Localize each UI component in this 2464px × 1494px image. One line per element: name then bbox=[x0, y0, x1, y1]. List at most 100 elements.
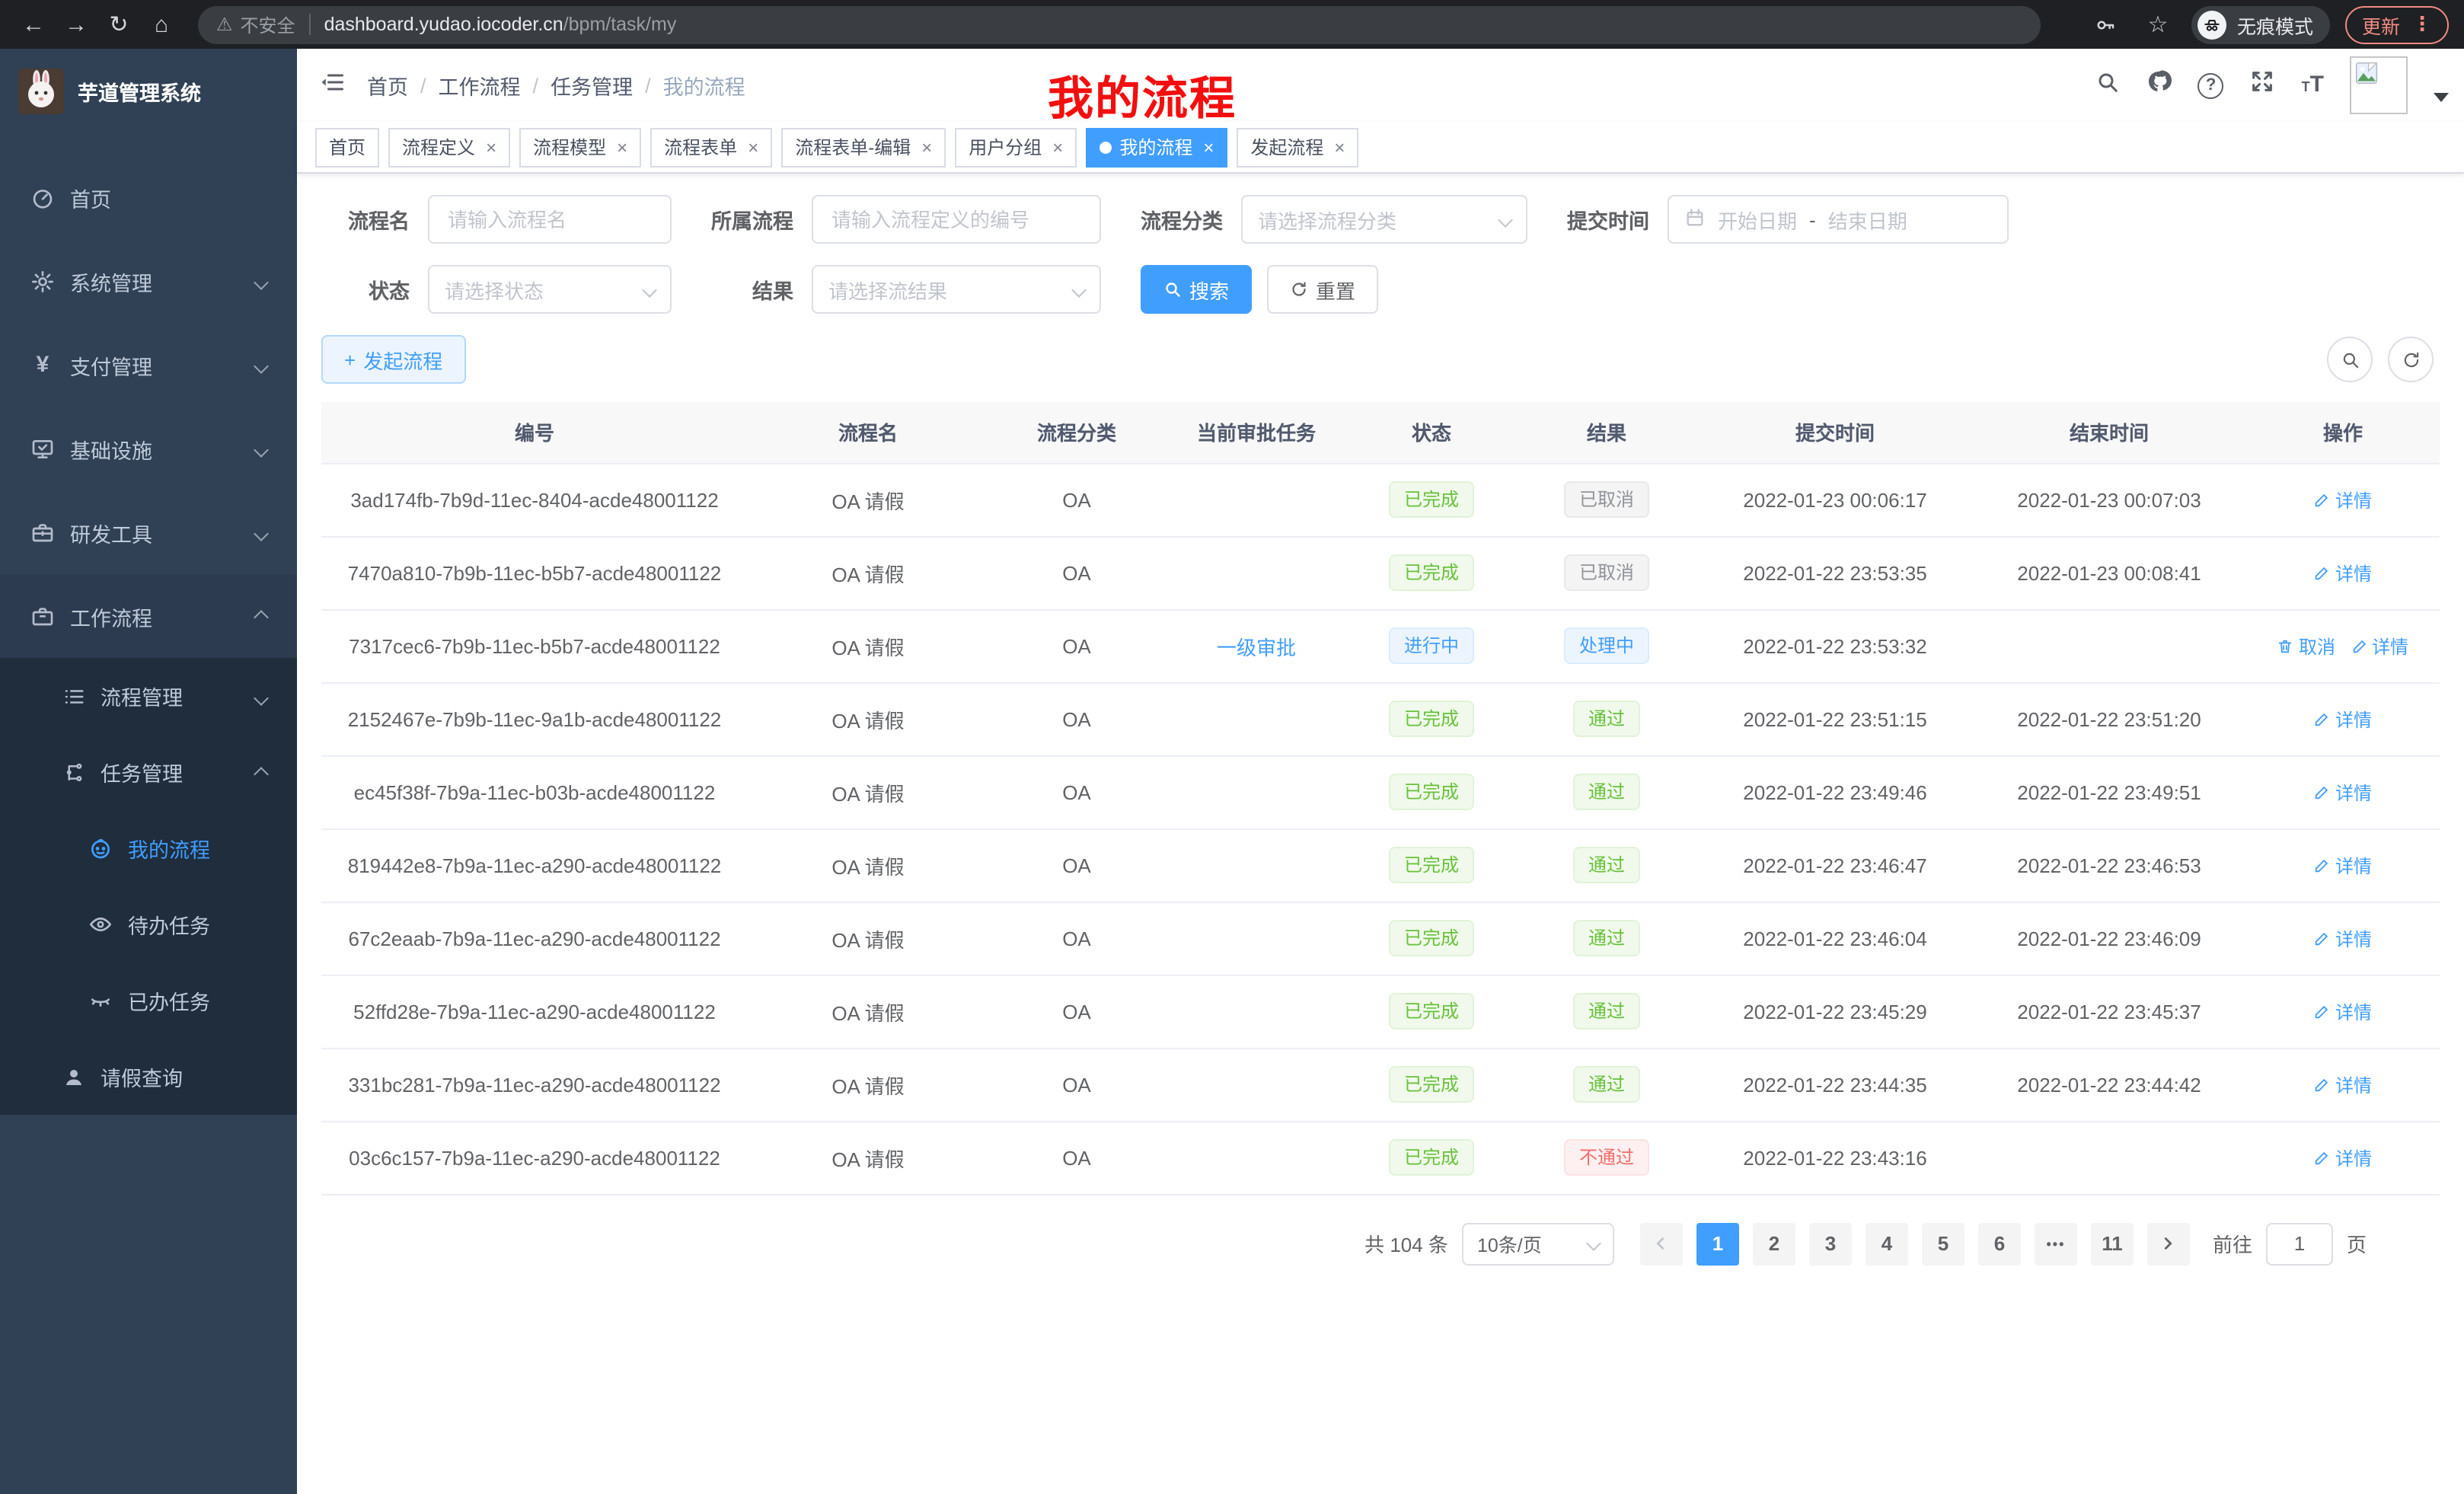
content: 流程名 所属流程 流程分类 请选择流程分类 提交时间 开始日期 - 结束日期 bbox=[297, 174, 2464, 1494]
cell-task bbox=[1165, 536, 1348, 609]
sidebar-item-infrastructure[interactable]: 基础设施 bbox=[0, 407, 297, 490]
url-bar[interactable]: ⚠ 不安全 dashboard.yudao.iocoder.cn/bpm/tas… bbox=[198, 5, 2041, 43]
tab-home[interactable]: 首页 bbox=[315, 127, 379, 167]
submit-time-range[interactable]: 开始日期 - 结束日期 bbox=[1668, 195, 2009, 244]
filter-row-2: 状态 请选择状态 结果 请选择流结果 搜索 bbox=[321, 265, 2440, 314]
home-icon[interactable]: ⌂ bbox=[143, 6, 180, 43]
avatar-caret-icon[interactable] bbox=[2434, 93, 2449, 102]
app-title: 芋道管理系统 bbox=[78, 76, 201, 107]
status-label: 状态 bbox=[321, 274, 428, 305]
sidebar-item-done-tasks[interactable]: 已办任务 bbox=[0, 962, 297, 1039]
not-secure-badge[interactable]: ⚠ 不安全 bbox=[216, 11, 295, 37]
status-badge: 已完成 bbox=[1389, 920, 1474, 956]
close-icon[interactable]: × bbox=[1203, 136, 1214, 158]
page-button[interactable]: 5 bbox=[1922, 1222, 1964, 1265]
detail-link[interactable]: 详情 bbox=[2314, 852, 2372, 878]
tab-user-group[interactable]: 用户分组× bbox=[955, 127, 1077, 167]
detail-link[interactable]: 详情 bbox=[2314, 779, 2372, 805]
breadcrumb-home[interactable]: 首页 bbox=[367, 70, 408, 101]
close-icon[interactable]: × bbox=[921, 136, 932, 158]
gear-icon bbox=[30, 269, 55, 293]
reset-button[interactable]: 重置 bbox=[1267, 265, 1378, 314]
close-icon[interactable]: × bbox=[748, 136, 758, 158]
close-icon[interactable]: × bbox=[1334, 136, 1345, 158]
detail-link[interactable]: 详情 bbox=[2314, 925, 2372, 951]
close-icon[interactable]: × bbox=[617, 136, 627, 158]
show-search-icon[interactable] bbox=[2327, 337, 2373, 382]
forward-icon[interactable]: → bbox=[58, 6, 94, 43]
process-name-input[interactable] bbox=[428, 195, 672, 244]
tab-process-form[interactable]: 流程表单× bbox=[650, 127, 772, 167]
detail-link[interactable]: 详情 bbox=[2314, 1144, 2372, 1170]
page-button[interactable]: 2 bbox=[1753, 1222, 1795, 1265]
detail-link[interactable]: 详情 bbox=[2314, 560, 2372, 586]
update-button[interactable]: 更新 ⋮ bbox=[2345, 5, 2449, 43]
sidebar-item-dev-tools[interactable]: 研发工具 bbox=[0, 490, 297, 574]
tab-start-process[interactable]: 发起流程× bbox=[1237, 127, 1358, 167]
sidebar-item-system[interactable]: 系统管理 bbox=[0, 239, 297, 323]
key-icon[interactable] bbox=[2088, 6, 2124, 43]
cell-name: OA 请假 bbox=[748, 828, 988, 902]
github-icon[interactable] bbox=[2146, 69, 2172, 102]
bookmark-star-icon[interactable]: ☆ bbox=[2140, 6, 2176, 43]
more-pages-button[interactable]: ••• bbox=[2035, 1222, 2077, 1265]
detail-link[interactable]: 详情 bbox=[2314, 1071, 2372, 1097]
next-page-button[interactable] bbox=[2147, 1222, 2190, 1265]
refresh-icon[interactable] bbox=[2388, 337, 2434, 382]
detail-link[interactable]: 详情 bbox=[2314, 487, 2372, 512]
detail-link[interactable]: 详情 bbox=[2351, 633, 2408, 659]
col-status: 状态 bbox=[1348, 402, 1515, 463]
detail-link[interactable]: 详情 bbox=[2314, 706, 2372, 732]
table-row: 7317cec6-7b9b-11ec-b5b7-acde48001122 OA … bbox=[321, 609, 2440, 682]
browser-menu-icon[interactable]: ⋮ bbox=[2412, 12, 2432, 37]
close-icon[interactable]: × bbox=[1052, 136, 1063, 158]
not-secure-label: 不安全 bbox=[241, 11, 295, 37]
category-select[interactable]: 请选择流程分类 bbox=[1241, 195, 1527, 244]
current-task-link[interactable]: 一级审批 bbox=[1217, 636, 1296, 659]
cancel-link[interactable]: 取消 bbox=[2277, 633, 2335, 659]
range-separator: - bbox=[1809, 208, 1816, 231]
goto-page-input[interactable] bbox=[2266, 1222, 2333, 1265]
avatar[interactable] bbox=[2350, 56, 2408, 114]
page-button[interactable]: 1 bbox=[1696, 1222, 1739, 1265]
tab-my-process[interactable]: 我的流程× bbox=[1086, 127, 1227, 167]
close-icon[interactable]: × bbox=[486, 136, 496, 158]
sidebar-item-home[interactable]: 首页 bbox=[0, 155, 297, 239]
sidebar-item-todo-tasks[interactable]: 待办任务 bbox=[0, 886, 297, 962]
page-button[interactable]: 6 bbox=[1978, 1222, 2021, 1265]
status-badge: 已完成 bbox=[1389, 774, 1474, 810]
page-size-select[interactable]: 10条/页 bbox=[1462, 1222, 1614, 1265]
page-button[interactable]: 3 bbox=[1809, 1222, 1852, 1265]
sidebar-item-leave-query[interactable]: 请假查询 bbox=[0, 1039, 297, 1115]
detail-link[interactable]: 详情 bbox=[2314, 998, 2372, 1024]
page-button[interactable]: 11 bbox=[2091, 1222, 2134, 1265]
sidebar-item-task-mgmt[interactable]: 任务管理 bbox=[0, 734, 297, 810]
status-select[interactable]: 请选择状态 bbox=[428, 265, 672, 314]
owner-process-input[interactable] bbox=[812, 195, 1101, 244]
tab-process-form-edit[interactable]: 流程表单-编辑× bbox=[781, 127, 946, 167]
tab-process-definition[interactable]: 流程定义× bbox=[388, 127, 510, 167]
sidebar-item-workflow[interactable]: 工作流程 bbox=[0, 574, 297, 658]
breadcrumb-workflow[interactable]: 工作流程 bbox=[439, 70, 521, 101]
search-button[interactable]: 搜索 bbox=[1141, 265, 1252, 314]
search-icon[interactable] bbox=[2096, 69, 2121, 101]
result-select[interactable]: 请选择流结果 bbox=[812, 265, 1101, 314]
font-size-icon[interactable]: TT bbox=[2302, 75, 2324, 96]
reload-icon[interactable]: ↻ bbox=[101, 6, 137, 43]
navbar: 首页 / 工作流程 / 任务管理 / 我的流程 ? TT bbox=[297, 49, 2464, 122]
start-process-button[interactable]: + 发起流程 bbox=[321, 335, 465, 384]
tab-process-model[interactable]: 流程模型× bbox=[519, 127, 641, 167]
prev-page-button[interactable] bbox=[1640, 1222, 1683, 1265]
sidebar-item-my-process[interactable]: 我的流程 bbox=[0, 810, 297, 886]
back-icon[interactable]: ← bbox=[15, 6, 52, 43]
sidebar-item-process-mgmt[interactable]: 流程管理 bbox=[0, 658, 297, 734]
sidebar-item-payment[interactable]: ¥ 支付管理 bbox=[0, 323, 297, 407]
help-icon[interactable]: ? bbox=[2198, 72, 2224, 98]
page-button[interactable]: 4 bbox=[1866, 1222, 1908, 1265]
collapse-sidebar-icon[interactable] bbox=[297, 68, 367, 103]
breadcrumb-task-mgmt[interactable]: 任务管理 bbox=[551, 70, 633, 101]
result-label: 结果 bbox=[672, 274, 812, 305]
col-result: 结果 bbox=[1515, 402, 1698, 463]
fullscreen-icon[interactable] bbox=[2250, 69, 2276, 102]
page: ← → ↻ ⌂ ⚠ 不安全 dashboard.yudao.iocoder.cn… bbox=[0, 0, 2464, 1494]
